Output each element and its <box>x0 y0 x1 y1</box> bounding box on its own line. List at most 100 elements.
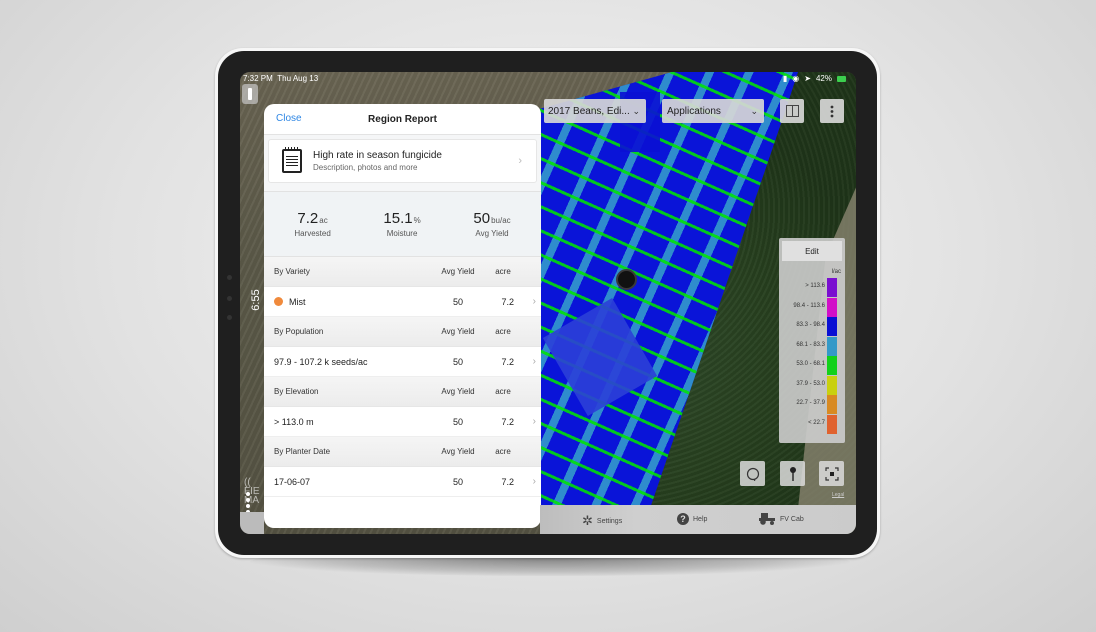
stats-summary: 7.2ac Harvested 15.1% Moisture 50bu/ac A… <box>264 192 541 257</box>
sidebar-handle[interactable] <box>242 84 258 104</box>
legend-swatch <box>827 297 837 317</box>
layer-select[interactable]: Applications ⌄ <box>662 99 764 123</box>
stat-value: 50 <box>473 210 491 227</box>
legend-swatch <box>827 356 837 375</box>
stat-label: Moisture <box>386 229 418 238</box>
row-label: Mist <box>289 296 306 307</box>
table-row[interactable]: Mist 50 7.2 › <box>264 287 541 317</box>
legend-edit-button[interactable]: Edit <box>782 241 842 261</box>
nav-settings[interactable]: ✲ Settings <box>582 513 622 529</box>
fit-extent-button[interactable] <box>819 461 844 486</box>
col-avg-yield: Avg Yield <box>441 267 475 276</box>
app-screen: 7:32 PM Thu Aug 13 ▮ ◉ ➤ 42% 6:55 ((FIE M… <box>240 72 856 534</box>
legend-item: > 113.6 <box>779 278 837 297</box>
close-button[interactable]: Close <box>276 113 302 124</box>
table-row[interactable]: > 113.0 m 50 7.2 › <box>264 407 541 437</box>
legend-item: 68.1 - 83.3 <box>779 336 837 356</box>
nav-help[interactable]: ? Help <box>677 513 707 525</box>
legend-label: > 113.6 <box>805 283 825 289</box>
battery-percent: 42% <box>815 74 832 83</box>
table-row[interactable]: 17-06-07 50 7.2 › <box>264 467 541 497</box>
legend-item: 53.0 - 68.1 <box>779 356 837 375</box>
stat-label: Avg Yield <box>475 229 509 238</box>
stat-value: 15.1 <box>383 210 413 227</box>
notepad-icon <box>282 147 302 173</box>
legend-label: < 22.7 <box>808 419 825 426</box>
nav-fv-cab[interactable]: FV Cab <box>759 513 804 525</box>
chevron-down-icon: ⌄ <box>750 105 758 116</box>
col-acre: acre <box>495 327 511 336</box>
col-avg-yield: Avg Yield <box>441 327 475 336</box>
nav-label: Help <box>693 515 708 523</box>
split-view-button[interactable] <box>780 99 804 123</box>
section-title: By Elevation <box>274 387 319 396</box>
chevron-down-icon: ⌄ <box>632 105 640 116</box>
row-avg-yield: 50 <box>452 416 463 427</box>
split-view-icon <box>785 105 799 117</box>
legal-link[interactable]: Legal <box>832 492 844 498</box>
legend-swatch <box>827 336 837 356</box>
legend-label: 68.1 - 83.3 <box>796 341 825 348</box>
legend-swatch <box>827 414 837 434</box>
note-title: High rate in season fungicide <box>313 150 442 161</box>
legend-label: 98.4 - 113.6 <box>793 302 825 309</box>
legend-label: 22.7 - 37.9 <box>796 400 825 406</box>
status-date: Thu Aug 13 <box>277 74 319 83</box>
row-label: > 113.0 m <box>274 416 314 427</box>
legend-item: 98.4 - 113.6 <box>779 297 837 317</box>
stat-unit: ac <box>319 216 328 225</box>
section-header-population: By Population Avg Yield acre <box>264 317 541 347</box>
legend-item: 22.7 - 37.9 <box>779 395 837 414</box>
legend-swatch <box>827 375 837 395</box>
lasso-icon <box>746 467 759 481</box>
chevron-right-icon: › <box>532 356 536 367</box>
status-bar: 7:32 PM Thu Aug 13 ▮ ◉ ➤ 42% <box>240 72 856 86</box>
legend-label: 83.3 - 98.4 <box>796 322 825 328</box>
wifi-icon: ◉ <box>792 74 800 83</box>
legend-unit: l/ac <box>831 269 841 275</box>
legend-swatch <box>827 278 837 297</box>
fit-extent-icon <box>824 466 839 481</box>
section-header-planter-date: By Planter Date Avg Yield acre <box>264 437 541 467</box>
legend-swatch <box>827 395 837 414</box>
row-acre: 7.2 <box>501 416 514 427</box>
battery-icon <box>837 75 846 82</box>
legend-item: 83.3 - 98.4 <box>779 317 837 336</box>
section-title: By Planter Date <box>274 447 331 456</box>
legend-label: 53.0 - 68.1 <box>796 361 825 367</box>
lasso-button[interactable] <box>740 461 765 486</box>
note-subtitle: Description, photos and more <box>313 163 418 172</box>
help-icon: ? <box>677 513 689 525</box>
legend-label: 37.9 - 53.0 <box>796 380 825 387</box>
stat-avg-yield: 50bu/ac Avg Yield <box>473 210 510 238</box>
map-legend: Edit l/ac > 113.6 98.4 - 113.6 83.3 - 98.4… <box>779 238 845 443</box>
col-acre: acre <box>495 447 511 456</box>
section-header-variety: By Variety Avg Yield acre <box>264 257 541 287</box>
sensor-dot <box>227 296 232 301</box>
panel-header: Close Region Report <box>264 104 541 135</box>
section-header-elevation: By Elevation Avg Yield acre <box>264 377 541 407</box>
row-acre: 7.2 <box>501 356 514 367</box>
bottom-nav-bar: ✲ Settings ? Help FV Cab <box>540 505 856 534</box>
stat-value: 7.2 <box>297 210 319 227</box>
pin-icon <box>789 466 796 481</box>
note-item[interactable]: High rate in season fungicide Descriptio… <box>268 139 537 183</box>
row-avg-yield: 50 <box>452 476 463 487</box>
row-avg-yield: 50 <box>452 356 463 367</box>
col-avg-yield: Avg Yield <box>441 387 475 396</box>
col-avg-yield: Avg Yield <box>441 447 475 456</box>
chevron-right-icon: › <box>518 155 522 167</box>
table-row[interactable]: 97.9 - 107.2 k seeds/ac 50 7.2 › <box>264 347 541 377</box>
stat-harvested: 7.2ac Harvested <box>294 210 330 238</box>
chevron-right-icon: › <box>532 476 536 487</box>
field-select[interactable]: 2017 Beans, Edi... ⌄ <box>544 99 646 123</box>
camera-dot <box>227 275 232 280</box>
stat-label: Harvested <box>294 229 331 238</box>
stat-moisture: 15.1% Moisture <box>383 210 420 238</box>
side-timer: 6:55 <box>250 289 262 311</box>
pin-button[interactable] <box>780 461 805 486</box>
row-acre: 7.2 <box>501 476 514 487</box>
chevron-right-icon: › <box>532 296 536 307</box>
signal-icon: ▮ <box>782 74 788 83</box>
more-button[interactable] <box>820 99 844 123</box>
